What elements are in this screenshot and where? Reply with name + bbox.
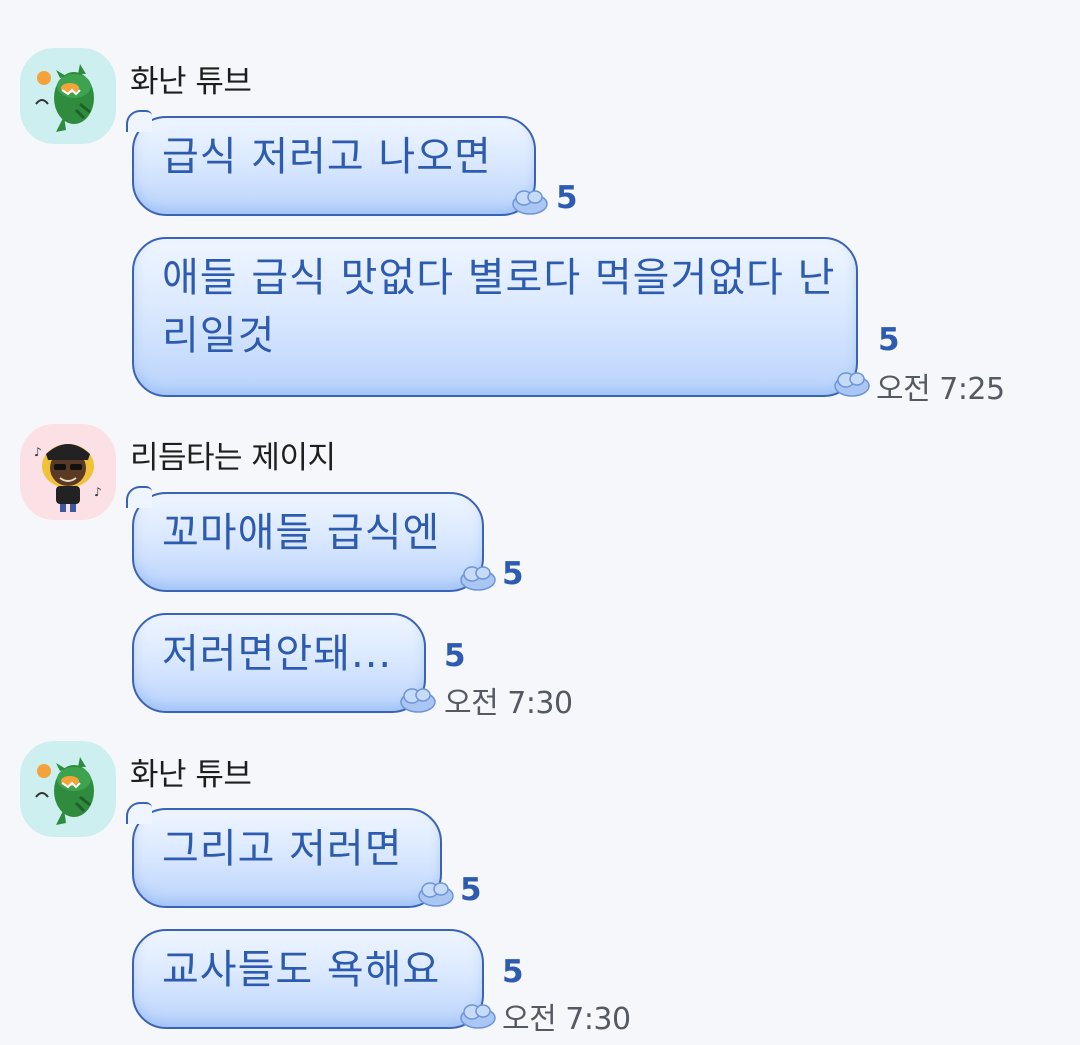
unread-count: 5 xyxy=(556,180,578,216)
unread-count: 5 xyxy=(460,872,482,908)
bubble-tail xyxy=(126,110,152,132)
message-bubble[interactable]: 저러면안돼... xyxy=(132,613,426,713)
message-bubble[interactable]: 급식 저러고 나오면 xyxy=(126,110,536,216)
message-bubble[interactable]: 그리고 저러면 xyxy=(126,802,442,908)
cloud-icon xyxy=(512,190,548,215)
bubble-tail xyxy=(126,802,152,824)
cloud-icon xyxy=(400,688,436,713)
cloud-icon xyxy=(418,882,454,907)
message-text: 저러면안돼... xyxy=(162,631,393,677)
message-time: 오전 7:30 xyxy=(444,686,573,721)
message-time: 오전 7:30 xyxy=(502,1002,631,1037)
unread-count: 5 xyxy=(502,954,524,990)
message-bubble[interactable]: 교사들도 욕해요 xyxy=(132,929,484,1029)
avatar-tube[interactable] xyxy=(20,741,116,837)
message-text: 교사들도 욕해요 xyxy=(162,947,441,993)
message-text: 애들 급식 맛없다 별로다 먹을거없다 난리일것 xyxy=(162,255,836,359)
angry-tube-avatar-icon xyxy=(35,757,94,825)
avatar-tube[interactable] xyxy=(20,48,116,144)
cloud-icon xyxy=(460,1004,496,1029)
unread-count: 5 xyxy=(444,638,466,674)
message-time: 오전 7:25 xyxy=(876,372,1005,407)
bubble-tail xyxy=(126,486,152,508)
sender-name: 리듬타는 제이지 xyxy=(130,440,336,476)
svg-text:♪: ♪ xyxy=(94,485,102,499)
cloud-icon xyxy=(460,566,496,591)
message-bubble[interactable]: 꼬마애들 급식엔 xyxy=(126,486,484,592)
message-text: 급식 저러고 나오면 xyxy=(162,134,492,180)
rhythm-jayg-avatar-icon: ♪ ♪ xyxy=(34,444,102,512)
message-text: 그리고 저러면 xyxy=(162,826,403,872)
unread-count: 5 xyxy=(502,556,524,592)
avatar-jayg[interactable]: ♪ ♪ xyxy=(20,424,116,520)
sender-name: 화난 튜브 xyxy=(130,757,252,793)
sender-name: 화난 튜브 xyxy=(130,64,252,100)
message-text: 꼬마애들 급식엔 xyxy=(162,510,441,556)
angry-tube-avatar-icon xyxy=(35,64,94,132)
cloud-icon xyxy=(834,372,870,397)
svg-text:♪: ♪ xyxy=(34,445,42,459)
message-bubble[interactable]: 애들 급식 맛없다 별로다 먹을거없다 난리일것 xyxy=(132,237,858,397)
unread-count: 5 xyxy=(878,322,900,358)
